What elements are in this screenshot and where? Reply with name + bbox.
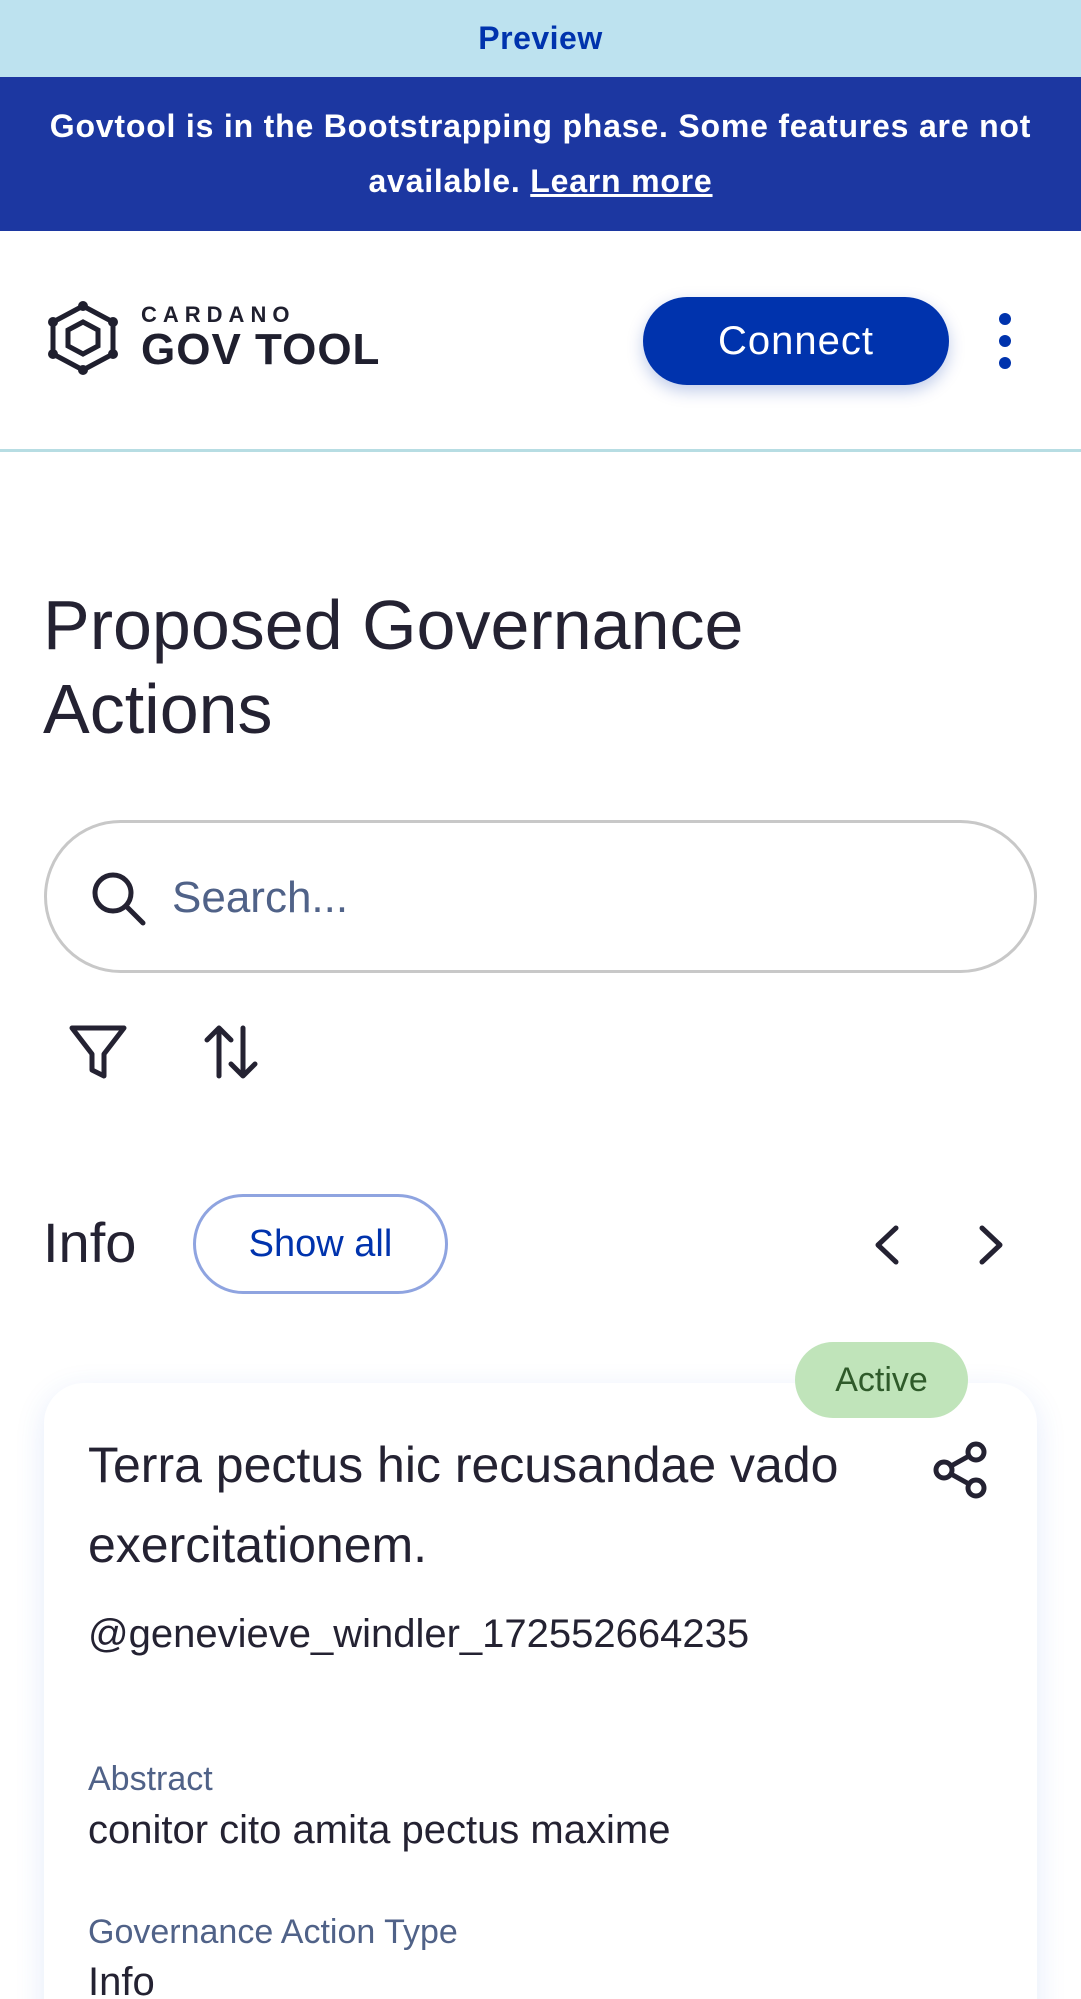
abstract-label: Abstract: [88, 1760, 213, 1798]
page-title: Proposed Governance Actions: [43, 586, 744, 748]
logo[interactable]: CARDANO GOV TOOL: [43, 298, 393, 378]
action-type-value: Info: [88, 1960, 155, 1999]
search-icon: [92, 872, 146, 926]
preview-label: Preview: [478, 20, 603, 56]
status-badge: Active: [795, 1342, 968, 1418]
search-input[interactable]: [172, 863, 992, 933]
share-icon[interactable]: [930, 1440, 990, 1500]
learn-more-link[interactable]: Learn more: [530, 163, 712, 199]
connect-button[interactable]: Connect: [643, 297, 949, 385]
abstract-value: conitor cito amita pectus maxime: [88, 1808, 671, 1852]
card-author: @genevieve_windler_172552664235: [88, 1612, 750, 1656]
sort-icon[interactable]: [199, 1020, 263, 1084]
show-all-button[interactable]: Show all: [193, 1194, 448, 1294]
chevron-left-icon[interactable]: [868, 1222, 908, 1268]
cardano-logo-icon: [48, 301, 118, 375]
section-title-info: Info: [43, 1211, 137, 1274]
bootstrap-banner: Govtool is in the Bootstrapping phase. S…: [0, 77, 1081, 231]
search-box[interactable]: [44, 820, 1037, 973]
card-title: Terra pectus hic recusandae vado exercit…: [88, 1437, 839, 1573]
chevron-right-icon[interactable]: [970, 1222, 1010, 1268]
logo-main-text: GOV TOOL: [141, 325, 381, 374]
logo-top-text: CARDANO: [141, 302, 296, 327]
action-type-label: Governance Action Type: [88, 1913, 458, 1951]
app-header: CARDANO GOV TOOL Connect: [0, 231, 1081, 452]
filter-icon[interactable]: [66, 1020, 130, 1084]
preview-bar: Preview: [0, 0, 1081, 77]
vertical-dots-icon[interactable]: [990, 309, 1020, 373]
logo-text: CARDANO GOV TOOL: [141, 303, 380, 373]
